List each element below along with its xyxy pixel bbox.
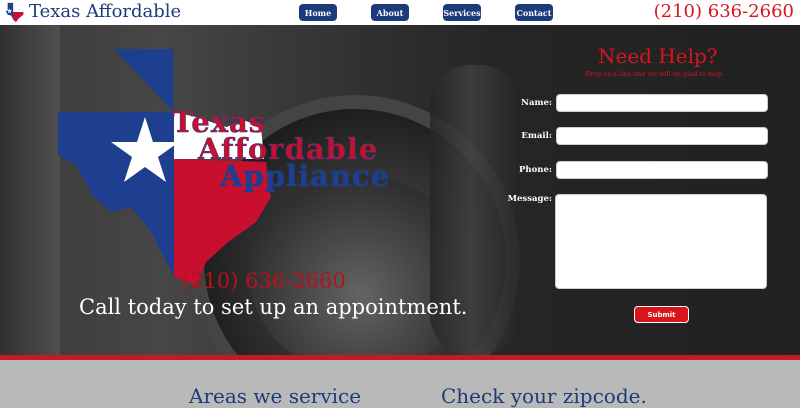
zipcode-heading: Check your zipcode. bbox=[441, 384, 647, 408]
logo-text: Texas Affordable Appliance bbox=[172, 107, 391, 193]
phone-input[interactable] bbox=[556, 161, 768, 179]
form-subtitle: Drop us a line and we will be glad to he… bbox=[585, 70, 725, 78]
message-label: Message: bbox=[507, 194, 552, 204]
nav-services-button[interactable]: Services bbox=[443, 4, 481, 21]
header-phone-link[interactable]: (210) 636-2660 bbox=[654, 0, 794, 24]
form-title: Need Help? bbox=[598, 44, 718, 68]
submit-button[interactable]: Submit bbox=[634, 306, 689, 323]
site-header: Texas Affordable Home About Services Con… bbox=[0, 0, 800, 25]
nav-about-button[interactable]: About bbox=[371, 4, 409, 21]
hero-section: Texas Affordable Appliance (210) 636-266… bbox=[0, 25, 800, 355]
hero-call-to-action: Call today to set up an appointment. bbox=[79, 295, 468, 319]
areas-heading: Areas we service bbox=[189, 384, 362, 408]
service-areas-section: Areas we service Check your zipcode. bbox=[0, 360, 800, 408]
nav-contact-button[interactable]: Contact bbox=[515, 4, 553, 21]
message-textarea[interactable] bbox=[555, 194, 767, 289]
name-label: Name: bbox=[521, 98, 552, 108]
name-input[interactable] bbox=[556, 94, 768, 112]
email-input[interactable] bbox=[556, 127, 768, 145]
logo-word-appliance: Appliance bbox=[220, 159, 391, 193]
hero-phone-link[interactable]: (210) 636-2660 bbox=[182, 269, 346, 293]
phone-label: Phone: bbox=[519, 165, 552, 175]
nav-home-button[interactable]: Home bbox=[299, 4, 337, 21]
email-label: Email: bbox=[521, 131, 552, 141]
